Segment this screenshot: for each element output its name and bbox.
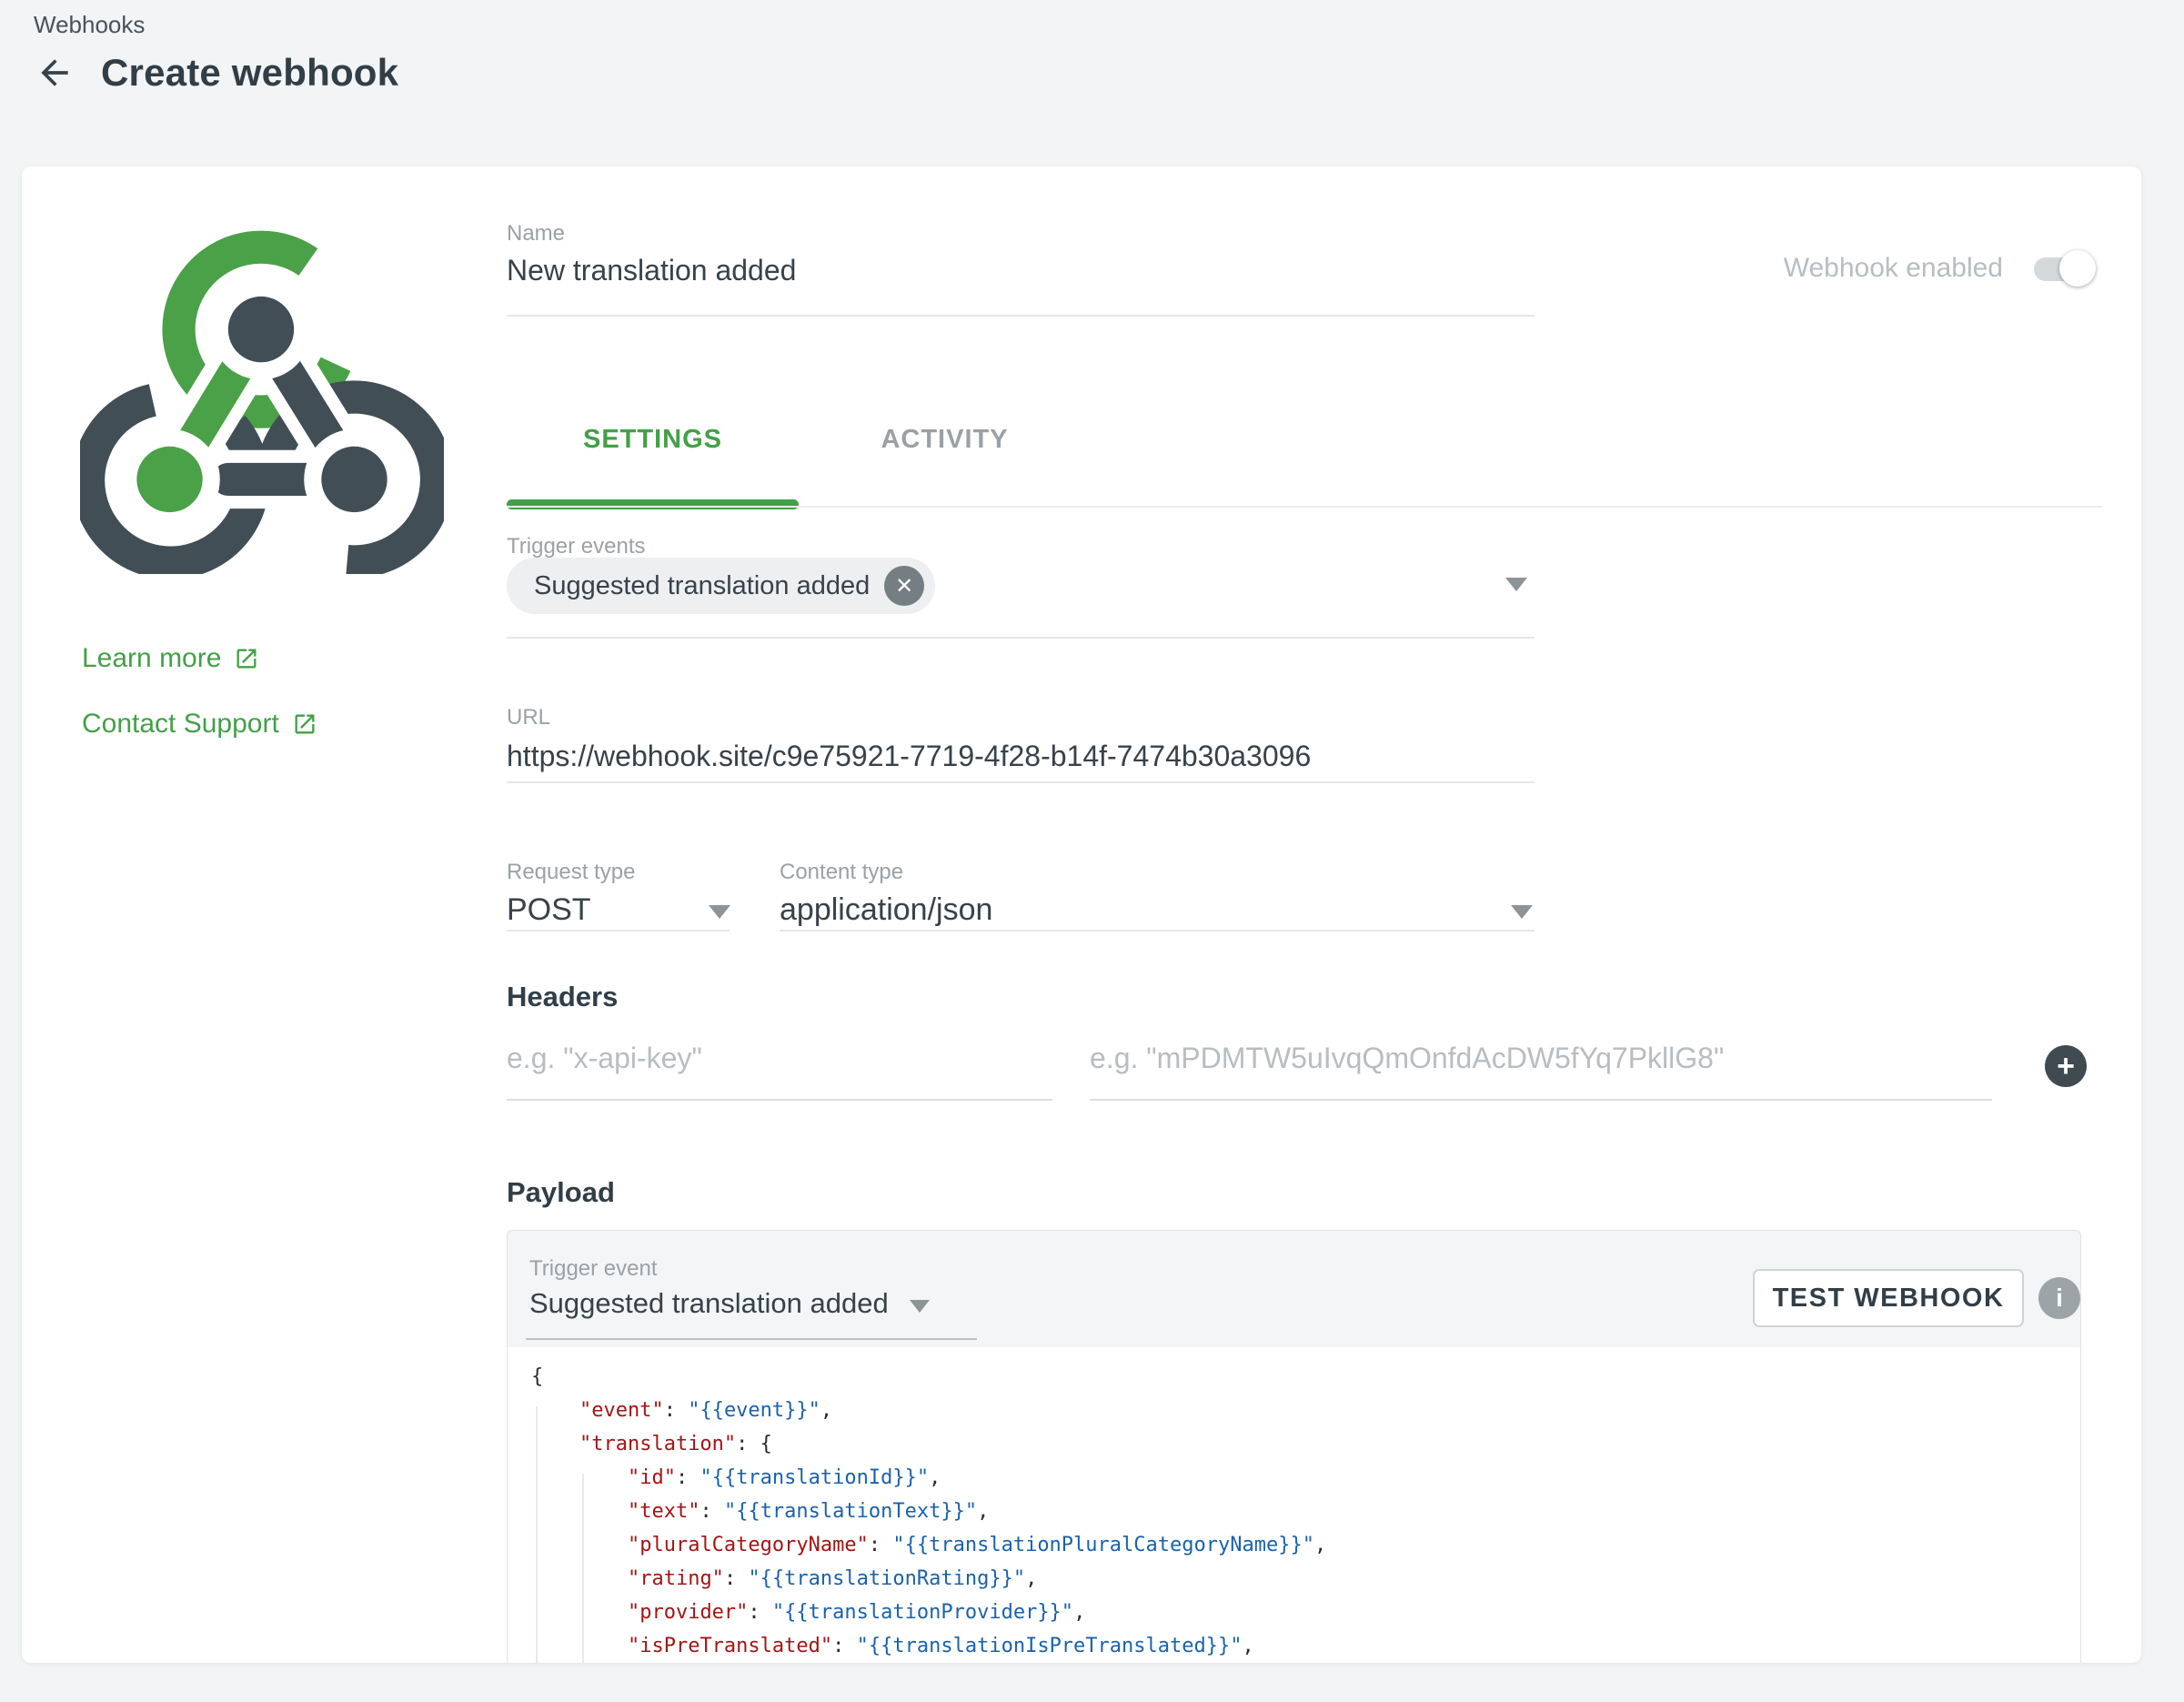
chip-remove-button[interactable]: ✕: [884, 566, 924, 606]
close-icon: ✕: [895, 573, 913, 599]
tab-bar: SETTINGS ACTIVITY: [507, 396, 1091, 483]
header-key-input[interactable]: [507, 1042, 1052, 1101]
content-type-dropdown-arrow-icon[interactable]: [1511, 905, 1533, 919]
request-type-label: Request type: [507, 860, 635, 885]
webhook-enabled-toggle[interactable]: [2034, 250, 2094, 287]
add-header-button[interactable]: +: [2045, 1045, 2087, 1087]
breadcrumb[interactable]: Webhooks: [34, 11, 145, 39]
tab-baseline: [507, 506, 2103, 508]
payload-heading: Payload: [507, 1176, 615, 1209]
request-type-dropdown-arrow-icon[interactable]: [709, 905, 730, 919]
request-type-underline: [507, 930, 730, 932]
trigger-event-dropdown-arrow-icon[interactable]: [910, 1300, 930, 1313]
url-underline: [507, 781, 1535, 783]
learn-more-link[interactable]: Learn more: [82, 643, 259, 674]
contact-support-label: Contact Support: [82, 709, 279, 740]
webhook-logo: [80, 230, 444, 574]
tab-settings[interactable]: SETTINGS: [507, 396, 799, 483]
trigger-event-underline: [526, 1338, 977, 1340]
tab-activity[interactable]: ACTIVITY: [799, 396, 1091, 483]
name-input[interactable]: [507, 254, 1507, 287]
trigger-event-chip[interactable]: Suggested translation added ✕: [507, 558, 935, 614]
trigger-events-underline: [507, 637, 1535, 639]
content-type-label: Content type: [780, 860, 903, 885]
toggle-knob: [2059, 250, 2096, 287]
open-in-new-icon: [234, 646, 259, 671]
open-in-new-icon: [292, 711, 317, 737]
titlebar: Create webhook: [34, 51, 398, 95]
url-input[interactable]: [507, 740, 1507, 773]
webhook-enabled-label: Webhook enabled: [1784, 253, 2003, 284]
learn-more-label: Learn more: [82, 643, 221, 674]
content-type-select[interactable]: application/json: [780, 892, 992, 928]
request-type-select[interactable]: POST: [507, 892, 591, 928]
webhook-card: Learn more Contact Support Name Webhook …: [22, 166, 2141, 1663]
trigger-events-dropdown-arrow-icon[interactable]: [1505, 578, 1527, 591]
trigger-event-label: Trigger event: [529, 1256, 658, 1282]
payload-panel: Trigger event Suggested translation adde…: [507, 1230, 2081, 1663]
test-webhook-button[interactable]: TEST WEBHOOK: [1753, 1269, 2024, 1327]
webhook-enabled-row: Webhook enabled: [1784, 250, 2094, 287]
headers-heading: Headers: [507, 981, 618, 1013]
arrow-back-icon: [35, 53, 75, 93]
content-type-underline: [780, 930, 1535, 932]
header-value-input[interactable]: [1090, 1042, 1992, 1101]
payload-code-area[interactable]: { "event": "{{event}}", "translation": {…: [508, 1347, 2080, 1663]
payload-code: { "event": "{{event}}", "translation": {…: [508, 1347, 2080, 1663]
name-underline: [507, 315, 1535, 317]
plus-icon: +: [2057, 1051, 2075, 1082]
trigger-event-select[interactable]: Suggested translation added: [529, 1287, 889, 1320]
active-tab-indicator: [507, 499, 799, 509]
back-button[interactable]: [34, 52, 75, 94]
name-label: Name: [507, 221, 565, 247]
contact-support-link[interactable]: Contact Support: [82, 709, 317, 740]
create-webhook-page: Webhooks Create webhook Learn more: [0, 0, 2184, 1702]
trigger-events-label: Trigger events: [507, 534, 646, 559]
info-button[interactable]: i: [2038, 1277, 2080, 1319]
chip-label: Suggested translation added: [534, 571, 870, 601]
url-label: URL: [507, 705, 550, 730]
page-title: Create webhook: [101, 51, 398, 95]
info-icon: i: [2056, 1284, 2063, 1313]
